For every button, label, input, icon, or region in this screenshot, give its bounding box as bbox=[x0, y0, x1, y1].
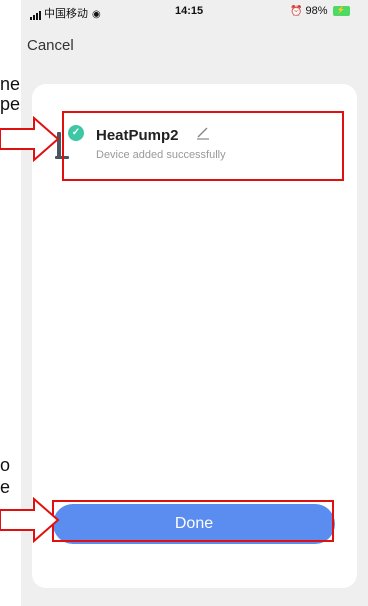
wifi-icon: ◉ bbox=[92, 9, 101, 20]
battery-charging-icon: ⚡ bbox=[332, 6, 350, 17]
alarm-icon: ⏰ bbox=[290, 6, 303, 17]
carrier-label: 中国移动 bbox=[44, 8, 88, 20]
battery-group: ⏰ 98% ⚡ bbox=[290, 5, 350, 17]
cancel-button[interactable]: Cancel bbox=[27, 37, 74, 54]
annotation-fragment-top-2: pe bbox=[0, 94, 21, 114]
annotation-arrow-top bbox=[0, 116, 60, 162]
annotation-fragment-bottom-2: e bbox=[0, 477, 11, 497]
highlight-box-done bbox=[52, 500, 334, 542]
annotation-arrow-bottom bbox=[0, 497, 60, 543]
annotation-fragment-top-1: ne bbox=[0, 74, 21, 94]
status-bar: 中国移动 ◉ 14:15 ⏰ 98% ⚡ bbox=[21, 0, 368, 22]
signal-group: 中国移动 ◉ bbox=[30, 5, 101, 21]
signal-icon bbox=[30, 8, 42, 21]
annotation-fragment-bottom-1: o bbox=[0, 455, 11, 475]
battery-percent: 98% bbox=[305, 5, 328, 17]
highlight-box-device bbox=[62, 111, 344, 181]
status-time: 14:15 bbox=[175, 5, 204, 17]
